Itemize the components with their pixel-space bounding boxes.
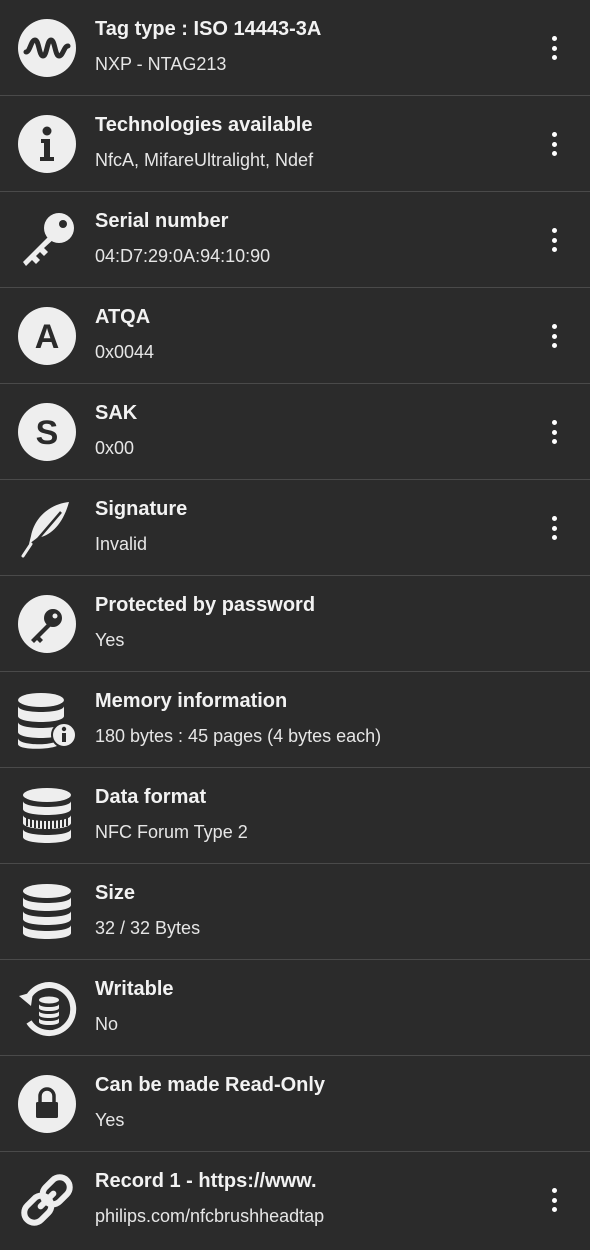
link-icon: [17, 1170, 77, 1230]
row-value: NFC Forum Type 2: [95, 822, 248, 842]
info-icon: [17, 114, 77, 174]
row-value: 0x0044: [95, 342, 155, 362]
dot: [551, 151, 557, 156]
row-value: 32 / 32 Bytes: [95, 918, 201, 938]
waveform-icon: [17, 18, 77, 78]
dot: [551, 141, 557, 147]
row-value: 180 bytes : 45 pages (4 bytes each): [95, 726, 382, 746]
list-item[interactable]: Record 1 - https://www. philips.com/nfcb…: [0, 1152, 590, 1248]
row-title: Signature: [95, 498, 188, 520]
more-options-button[interactable]: [542, 1188, 566, 1212]
svg-text:A: A: [35, 318, 60, 356]
row-title: Serial number: [95, 210, 229, 232]
more-options-button[interactable]: [542, 228, 566, 252]
key-icon: [17, 210, 77, 270]
more-options-button[interactable]: [542, 324, 566, 348]
dot: [551, 1188, 557, 1193]
dot: [551, 1207, 557, 1212]
database-restore-icon: [17, 978, 77, 1038]
more-options-button[interactable]: [542, 420, 566, 444]
database-icon: [17, 882, 77, 942]
list-item[interactable]: Size 32 / 32 Bytes: [0, 864, 590, 960]
row-title: ATQA: [95, 306, 151, 328]
dot: [551, 439, 557, 444]
list-item[interactable]: Technologies available NfcA, MifareUltra…: [0, 96, 590, 192]
dot: [551, 36, 557, 41]
row-title: Technologies available: [95, 114, 313, 136]
dot: [551, 237, 557, 243]
dot: [551, 535, 557, 540]
dot: [551, 45, 557, 51]
row-value: Invalid: [95, 534, 148, 554]
list-item[interactable]: Memory information 180 bytes : 45 pages …: [0, 672, 590, 768]
row-value: Yes: [95, 630, 125, 650]
row-title: Writable: [95, 978, 174, 1000]
feather-icon: [17, 498, 77, 558]
list-item[interactable]: Can be made Read-Only Yes: [0, 1056, 590, 1152]
tag-info-list: Tag type : ISO 14443-3A NXP - NTAG213 Te…: [0, 0, 590, 1248]
more-options-button[interactable]: [542, 36, 566, 60]
row-title: SAK: [95, 402, 138, 424]
dot: [551, 1197, 557, 1203]
database-info-icon: [17, 690, 77, 750]
list-item[interactable]: A ATQA 0x0044: [0, 288, 590, 384]
dot: [551, 247, 557, 252]
row-title: Memory information: [95, 690, 288, 712]
more-options-button[interactable]: [542, 516, 566, 540]
row-value: philips.com/nfcbrushheadtap: [95, 1206, 325, 1226]
row-title: Size: [95, 882, 136, 904]
letter-s-icon: S: [17, 402, 77, 462]
more-options-button[interactable]: [542, 132, 566, 156]
dot: [551, 55, 557, 60]
dot: [551, 429, 557, 435]
row-value: NXP - NTAG213: [95, 54, 227, 74]
list-item[interactable]: Writable No: [0, 960, 590, 1056]
row-value: No: [95, 1014, 119, 1034]
row-title: Record 1 - https://www.: [95, 1170, 317, 1192]
list-item[interactable]: Protected by password Yes: [0, 576, 590, 672]
lock-icon: [17, 1074, 77, 1134]
dot: [551, 525, 557, 531]
row-title: Data format: [95, 786, 207, 808]
svg-text:S: S: [36, 414, 59, 452]
dot: [551, 333, 557, 339]
dot: [551, 343, 557, 348]
row-value: 04:D7:29:0A:94:10:90: [95, 246, 271, 266]
list-item[interactable]: Data format NFC Forum Type 2: [0, 768, 590, 864]
password-key-icon: [17, 594, 77, 654]
row-value: 0x00: [95, 438, 135, 458]
row-title: Tag type : ISO 14443-3A: [95, 18, 322, 40]
dot: [551, 516, 557, 521]
row-title: Can be made Read-Only: [95, 1074, 326, 1096]
row-value: Yes: [95, 1110, 125, 1130]
list-item[interactable]: Tag type : ISO 14443-3A NXP - NTAG213: [0, 0, 590, 96]
dot: [551, 324, 557, 329]
list-item[interactable]: Serial number 04:D7:29:0A:94:10:90: [0, 192, 590, 288]
list-item[interactable]: Signature Invalid: [0, 480, 590, 576]
database-format-icon: [17, 786, 77, 846]
dot: [551, 420, 557, 425]
dot: [551, 132, 557, 137]
list-item[interactable]: S SAK 0x00: [0, 384, 590, 480]
row-value: NfcA, MifareUltralight, Ndef: [95, 150, 314, 170]
dot: [551, 228, 557, 233]
letter-a-icon: A: [17, 306, 77, 366]
row-title: Protected by password: [95, 594, 316, 616]
